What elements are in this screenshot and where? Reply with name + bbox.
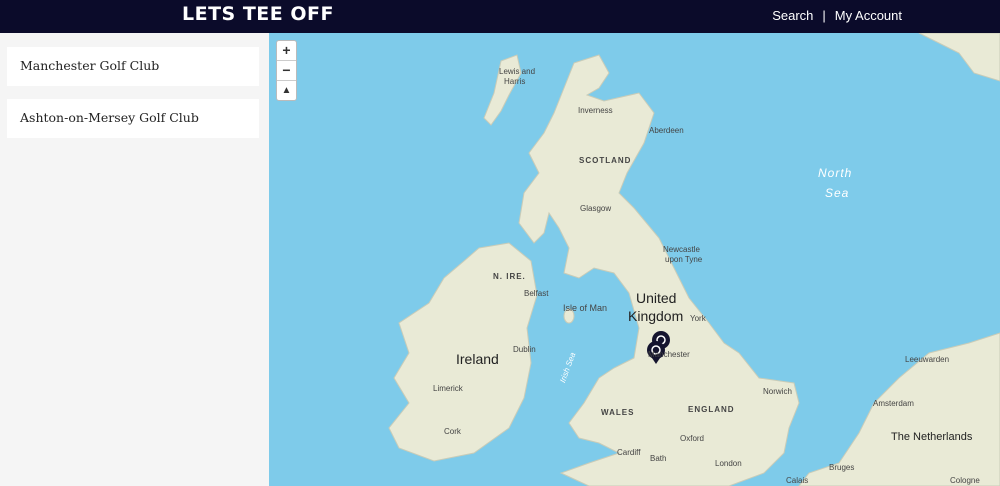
header-nav: Search | My Account	[772, 8, 902, 23]
label-sea: Sea	[825, 186, 850, 200]
map-view[interactable]: United Kingdom Ireland SCOTLAND ENGLAND …	[269, 33, 1000, 486]
label-united: United	[636, 290, 677, 306]
club-card-manchester[interactable]: Manchester Golf Club	[7, 47, 259, 86]
club-card-ashton-on-mersey[interactable]: Ashton-on-Mersey Golf Club	[7, 99, 259, 138]
zoom-out-button[interactable]: −	[277, 61, 296, 81]
label-newcastle: Newcastle	[663, 245, 700, 254]
club-name: Manchester Golf Club	[20, 58, 160, 73]
label-wales: WALES	[601, 408, 635, 417]
label-north: North	[818, 166, 853, 180]
label-oxford: Oxford	[680, 434, 705, 443]
label-scotland: SCOTLAND	[579, 156, 632, 165]
label-glasgow: Glasgow	[580, 204, 612, 213]
brand-logo[interactable]: LETS TEE OFF	[182, 3, 334, 25]
label-amsterdam: Amsterdam	[873, 399, 914, 408]
map-canvas	[388, 33, 1000, 486]
label-bruges: Bruges	[829, 463, 855, 472]
label-manchester: Manchester	[648, 350, 690, 359]
label-aberdeen: Aberdeen	[649, 126, 684, 135]
label-harris: Harris	[504, 77, 526, 86]
label-isle-of-man: Isle of Man	[563, 303, 608, 313]
label-upon-tyne: upon Tyne	[665, 255, 703, 264]
nav-separator: |	[822, 8, 826, 23]
label-england: ENGLAND	[688, 405, 735, 414]
great-britain-landmass	[518, 54, 800, 486]
top-navigation-bar: LETS TEE OFF Search | My Account	[0, 0, 1000, 33]
label-limerick: Limerick	[433, 384, 463, 393]
map-zoom-controls: + − ▲	[276, 40, 297, 101]
label-inverness: Inverness	[578, 106, 613, 115]
label-kingdom: Kingdom	[628, 308, 684, 324]
label-leeuwarden: Leeuwarden	[905, 355, 950, 364]
hebrides-landmass	[483, 54, 522, 126]
label-cardiff: Cardiff	[617, 448, 641, 457]
label-norwich: Norwich	[763, 387, 792, 396]
label-bath: Bath	[650, 454, 667, 463]
label-calais: Calais	[786, 476, 809, 485]
zoom-in-button[interactable]: +	[277, 41, 296, 61]
label-dublin: Dublin	[513, 345, 536, 354]
label-ireland: Ireland	[456, 351, 499, 367]
label-cologne: Cologne	[950, 476, 980, 485]
club-list-sidebar: Manchester Golf Club Ashton-on-Mersey Go…	[0, 33, 269, 486]
label-belfast: Belfast	[524, 289, 549, 298]
label-london: London	[715, 459, 742, 468]
search-link[interactable]: Search	[772, 8, 813, 23]
norway-landmass	[918, 33, 1000, 82]
label-york: York	[690, 314, 706, 323]
label-cork: Cork	[444, 427, 461, 436]
label-n-ire: N. IRE.	[493, 272, 526, 281]
reset-north-button[interactable]: ▲	[277, 81, 296, 100]
my-account-link[interactable]: My Account	[835, 8, 902, 23]
label-lewis: Lewis and	[499, 67, 536, 76]
club-name: Ashton-on-Mersey Golf Club	[20, 110, 199, 125]
label-the-netherlands: The Netherlands	[891, 431, 973, 443]
